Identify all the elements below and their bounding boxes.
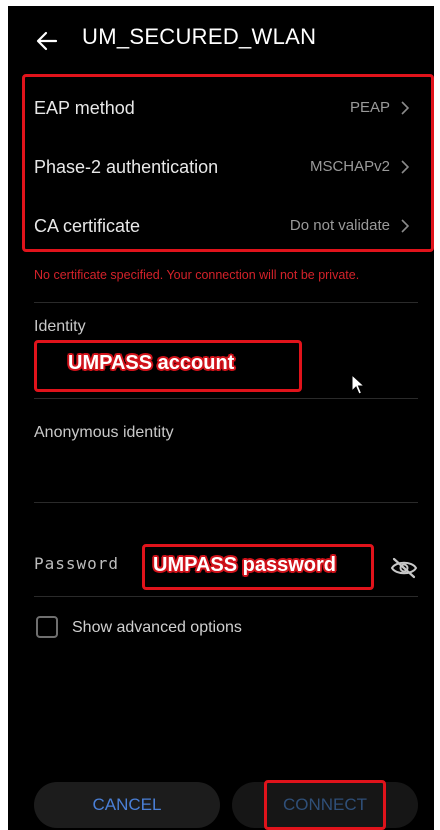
phase2-auth-value: MSCHAPv2 (309, 158, 390, 175)
identity-value: UMPASS account (68, 352, 235, 374)
ca-certificate-row[interactable]: CA certificate Do not validate (26, 196, 424, 256)
divider (34, 502, 418, 503)
anonymous-identity-input[interactable] (34, 446, 418, 500)
wifi-config-screen: UM_SECURED_WLAN EAP method PEAP Phase-2 … (8, 6, 434, 830)
divider (34, 302, 418, 303)
password-value: UMPASS password (153, 554, 336, 576)
advanced-options-label[interactable]: Show advanced options (72, 619, 242, 637)
chevron-right-icon (401, 160, 410, 174)
password-label: Password (34, 554, 120, 573)
eap-method-value: PEAP (349, 99, 390, 116)
connect-highlight-box (264, 780, 386, 830)
ca-certificate-value: Do not validate (289, 217, 390, 234)
arrow-left-icon[interactable] (34, 28, 60, 54)
certificate-warning: No certificate specified. Your connectio… (34, 268, 360, 282)
identity-label: Identity (34, 318, 86, 335)
chevron-right-icon (401, 219, 410, 233)
divider (34, 596, 418, 597)
divider (34, 398, 418, 399)
eap-method-label: EAP method (34, 98, 135, 118)
eye-off-icon[interactable] (390, 556, 418, 580)
ca-certificate-label: CA certificate (34, 216, 141, 236)
mouse-cursor-icon (351, 374, 365, 395)
chevron-right-icon (401, 101, 410, 115)
advanced-options-checkbox[interactable] (36, 616, 58, 638)
eap-method-row[interactable]: EAP method PEAP (26, 78, 424, 138)
phase2-auth-row[interactable]: Phase-2 authentication MSCHAPv2 (26, 137, 424, 197)
phase2-auth-label: Phase-2 authentication (34, 157, 219, 177)
cancel-button[interactable]: CANCEL (34, 782, 220, 828)
page-title: UM_SECURED_WLAN (82, 24, 317, 49)
anonymous-identity-label: Anonymous identity (34, 424, 174, 441)
